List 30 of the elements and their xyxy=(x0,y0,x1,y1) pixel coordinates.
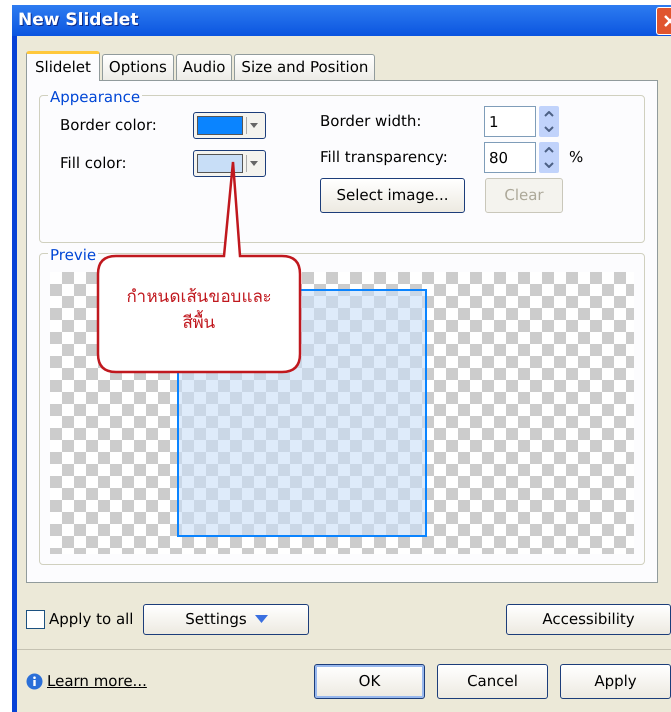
dropdown-arrow-icon xyxy=(254,615,268,623)
tab[interactable]: Audio xyxy=(176,54,232,80)
dialog-button[interactable]: Apply xyxy=(560,664,671,698)
select-image-button[interactable]: Select image... xyxy=(320,178,465,213)
window-title: New Slidelet xyxy=(18,8,138,32)
color-picker[interactable] xyxy=(193,112,266,139)
field-label: Border width: xyxy=(320,111,422,132)
dialog-button[interactable]: Cancel xyxy=(437,664,548,698)
tab[interactable]: Slidelet xyxy=(26,51,100,81)
field-label: Border color: xyxy=(60,115,158,136)
field-label: Fill transparency: xyxy=(320,147,449,168)
info-icon xyxy=(26,672,43,690)
learn-more-link[interactable]: Learn more... xyxy=(47,670,147,692)
accessibility-button[interactable]: Accessibility xyxy=(506,604,671,634)
spinner-control[interactable] xyxy=(539,106,559,137)
checkbox[interactable] xyxy=(26,610,45,628)
settings-button[interactable]: Settings xyxy=(143,604,310,634)
dialog-button[interactable]: OK xyxy=(314,664,425,698)
checkbox-label: Apply to all xyxy=(49,608,134,630)
color-picker[interactable] xyxy=(193,150,266,177)
dropdown-arrow-icon xyxy=(250,123,258,128)
spinner-control[interactable] xyxy=(539,142,559,173)
unit-label: % xyxy=(569,147,584,168)
callout-text: กำหนดเส้นขอบและ สีพื้น xyxy=(126,286,272,335)
border-width-field[interactable]: 1 xyxy=(484,106,536,137)
field-label: Fill color: xyxy=(60,153,128,174)
dropdown-arrow-icon xyxy=(250,161,258,166)
fill-transparency-field[interactable]: 80 xyxy=(484,142,536,173)
tab[interactable]: Options xyxy=(102,54,174,80)
tab[interactable]: Size and Position xyxy=(234,54,376,80)
